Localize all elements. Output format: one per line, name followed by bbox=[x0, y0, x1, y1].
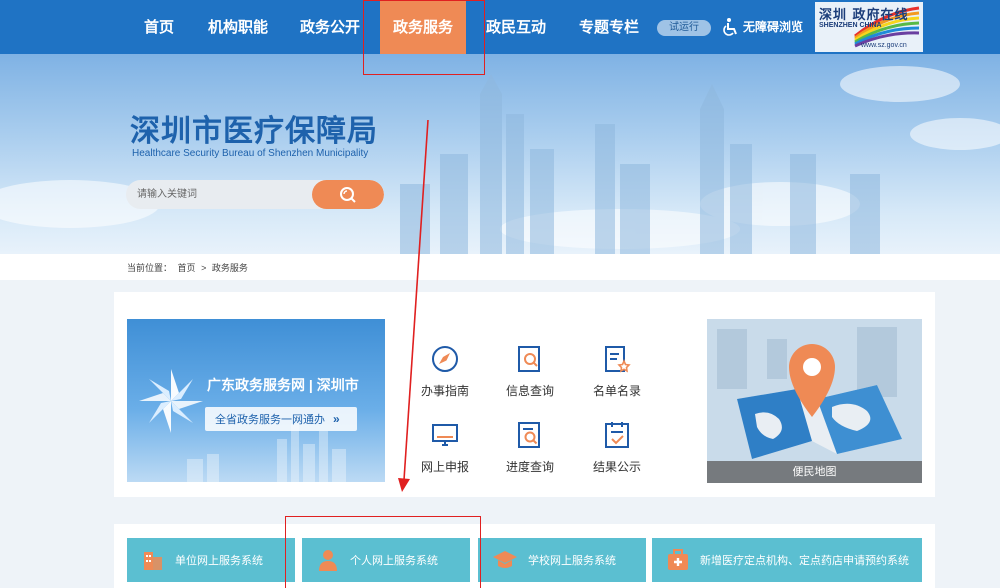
breadcrumb-separator: > bbox=[201, 263, 207, 273]
nav-item-topics[interactable]: 专题专栏 bbox=[572, 0, 646, 54]
search-input[interactable] bbox=[126, 180, 316, 209]
map-pin-illustration bbox=[707, 319, 922, 483]
nav-item-interaction[interactable]: 政民互动 bbox=[479, 0, 553, 54]
annotation-highlight-nav bbox=[363, 0, 485, 75]
breadcrumb-bar: 当前位置： 首页 > 政务服务 bbox=[0, 254, 1000, 280]
search-icon bbox=[340, 186, 356, 203]
shenzhen-gov-logo[interactable]: 深圳 政府在线 SHENZHEN CHINA www.sz.gov.cn bbox=[815, 2, 923, 52]
service-guide-label: 办事指南 bbox=[420, 384, 469, 398]
trial-badge: 试运行 bbox=[657, 20, 711, 36]
service-progress-query[interactable]: 进度查询 bbox=[495, 420, 565, 475]
medical-kit-icon bbox=[668, 549, 688, 570]
building-icon bbox=[144, 552, 162, 570]
result-check-icon bbox=[605, 422, 629, 448]
accessibility-link[interactable]: 无障碍浏览 bbox=[722, 16, 803, 38]
annotation-highlight-personal-system bbox=[285, 516, 481, 588]
compass-icon bbox=[432, 346, 458, 372]
breadcrumb-home[interactable]: 首页 bbox=[178, 263, 196, 273]
page-title: 深圳市医疗保障局 bbox=[130, 114, 378, 149]
nav-item-functions[interactable]: 机构职能 bbox=[201, 0, 275, 54]
breadcrumb-current[interactable]: 政务服务 bbox=[212, 263, 248, 273]
search-button[interactable] bbox=[312, 180, 384, 209]
progress-search-icon bbox=[518, 422, 540, 448]
map-caption: 便民地图 bbox=[707, 461, 922, 483]
logo-url: www.sz.gov.cn bbox=[861, 42, 907, 49]
wheelchair-icon bbox=[723, 18, 737, 36]
service-result-public-label: 结果公示 bbox=[592, 460, 641, 474]
school-online-system-label: 学校网上服务系统 bbox=[528, 555, 616, 567]
banner-title: 广东政务服务网 | 深圳市 bbox=[207, 377, 359, 393]
service-progress-query-label: 进度查询 bbox=[505, 460, 554, 474]
page-subtitle: Healthcare Security Bureau of Shenzhen M… bbox=[132, 148, 369, 159]
hero-banner: 深圳市医疗保障局 Healthcare Security Bureau of S… bbox=[0, 54, 1000, 254]
graduation-cap-icon bbox=[493, 551, 517, 568]
list-star-icon bbox=[605, 346, 631, 373]
service-online-apply[interactable]: 网上申报 bbox=[410, 420, 480, 475]
document-search-icon bbox=[518, 346, 540, 372]
logo-text-cn: 深圳 政府在线 bbox=[819, 8, 909, 23]
banner-pill-label: 全省政务服务一网通办 bbox=[215, 414, 325, 426]
service-result-public[interactable]: 结果公示 bbox=[582, 420, 652, 475]
service-name-list[interactable]: 名单名录 bbox=[582, 344, 652, 399]
nav-item-open-affairs[interactable]: 政务公开 bbox=[293, 0, 367, 54]
service-name-list-label: 名单名录 bbox=[592, 384, 641, 398]
service-info-query-label: 信息查询 bbox=[505, 384, 554, 398]
banner-skyline-illustration bbox=[139, 369, 346, 482]
guangdong-gov-service-banner[interactable]: 广东政务服务网 | 深圳市 全省政务服务一网通办 » bbox=[127, 319, 385, 482]
double-chevron-right-icon: » bbox=[333, 412, 340, 426]
logo-text-en: SHENZHEN CHINA bbox=[819, 22, 882, 29]
convenience-map-card[interactable]: 便民地图 bbox=[707, 319, 922, 483]
nav-item-home[interactable]: 首页 bbox=[130, 0, 188, 54]
service-online-apply-label: 网上申报 bbox=[420, 460, 469, 474]
top-navigation: 首页 机构职能 政务公开 政务服务 政民互动 专题专栏 试运行 无障碍浏览 深圳… bbox=[0, 0, 1000, 54]
breadcrumb: 当前位置： 首页 > 政务服务 bbox=[127, 261, 251, 274]
breadcrumb-prefix: 当前位置： bbox=[127, 263, 173, 273]
search-bar bbox=[126, 180, 384, 209]
medical-institution-booking-button[interactable]: 新增医疗定点机构、定点药店申请预约系统 bbox=[652, 538, 922, 582]
service-guide[interactable]: 办事指南 bbox=[410, 344, 480, 399]
banner-pill[interactable]: 全省政务服务一网通办 » bbox=[205, 407, 357, 431]
service-info-query[interactable]: 信息查询 bbox=[495, 344, 565, 399]
monitor-icon bbox=[432, 424, 458, 446]
medical-institution-booking-label: 新增医疗定点机构、定点药店申请预约系统 bbox=[700, 555, 909, 567]
org-online-system-button[interactable]: 单位网上服务系统 bbox=[127, 538, 295, 582]
school-online-system-button[interactable]: 学校网上服务系统 bbox=[478, 538, 646, 582]
org-online-system-label: 单位网上服务系统 bbox=[175, 555, 263, 567]
accessibility-label: 无障碍浏览 bbox=[743, 20, 804, 34]
